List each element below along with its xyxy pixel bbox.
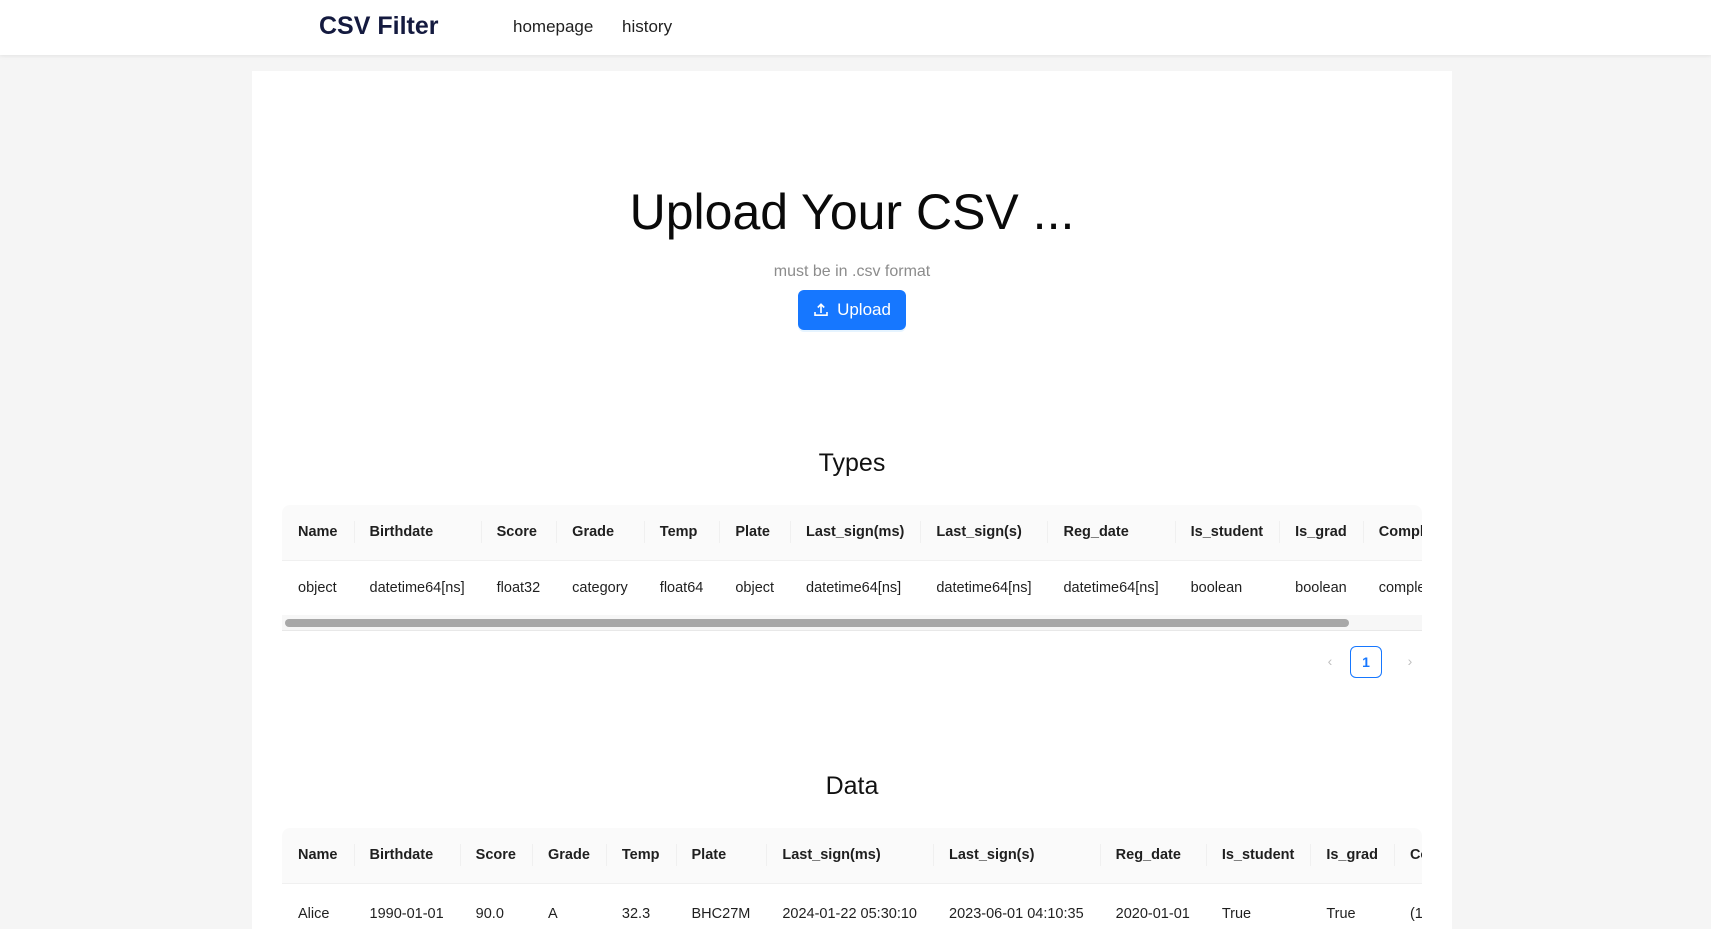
types-column-header-plate: Plate	[719, 505, 791, 561]
chevron-right-icon: ›	[1407, 653, 1413, 669]
data-column-header-complex: Complex	[1393, 828, 1422, 884]
data-cell-text: 1990-01-01	[369, 905, 444, 922]
types-cell: datetime64[ns]	[790, 560, 921, 616]
types-horizontal-scrollbar[interactable]	[282, 615, 1422, 631]
data-column-header-score: Score	[459, 828, 532, 884]
data-cell: True	[1310, 883, 1394, 929]
types-header-row: Name Birthdate Score Grade Temp Plate Last_sig…	[282, 505, 1422, 561]
data-header-row: Name Birthdate Score Grade Temp Plate Last_sig…	[282, 828, 1422, 884]
types-table: Name Birthdate Score Grade Temp Plate Last_sig…	[282, 505, 1422, 621]
types-column-header-grade: Grade	[556, 505, 644, 561]
data-cell-text: Alice	[298, 905, 330, 922]
types-cell: boolean	[1174, 560, 1280, 616]
data-cell-text: 90.0	[475, 905, 504, 922]
data-column-header-name: Name	[282, 828, 354, 884]
data-cell-text: 2020-01-01	[1115, 905, 1190, 922]
data-cell-text: True	[1326, 905, 1356, 922]
types-column-header-score: Score	[480, 505, 557, 561]
data-cell: 1990-01-01	[353, 883, 460, 929]
data-cell-text: 32.3	[621, 905, 651, 922]
data-cell-text: True	[1221, 905, 1252, 922]
data-column-header-is-grad: Is_grad	[1310, 828, 1394, 884]
data-column-header-last-sign-ms: Last_sign(ms)	[766, 828, 933, 884]
upload-hint: must be in .csv format	[773, 263, 931, 280]
types-cell: object	[282, 560, 354, 616]
types-column-header-complex: Complex	[1362, 505, 1422, 561]
pagination-page-1[interactable]: 1	[1350, 646, 1382, 678]
types-cell: float32	[480, 560, 557, 616]
data-cell: 32.3	[605, 883, 676, 929]
chevron-left-icon: ‹	[1327, 653, 1333, 669]
types-cell: boolean	[1279, 560, 1363, 616]
page-title: Upload Your CSV ...	[629, 184, 1075, 240]
data-cell: BHC27M	[675, 883, 767, 929]
types-column-header-temp: Temp	[643, 505, 720, 561]
data-table: Name Birthdate Score Grade Temp Plate Last_sig…	[282, 828, 1422, 929]
top-navbar: CSV Filter homepage history	[0, 0, 1711, 55]
types-section-title: Types	[818, 449, 886, 477]
brand-logo[interactable]: CSV Filter	[319, 12, 438, 41]
data-cell: (1+2j)	[1393, 883, 1422, 929]
data-cell-text: 2024-01-22 05:30:10	[782, 905, 917, 922]
data-cell: 2024-01-22 05:30:10	[766, 883, 933, 929]
types-cell: complex128	[1362, 560, 1422, 616]
upload-button-label: Upload	[837, 300, 891, 319]
types-column-header-last-sign-ms: Last_sign(ms)	[790, 505, 921, 561]
data-cell-text: A	[547, 905, 558, 922]
types-column-header-is-grad: Is_grad	[1279, 505, 1363, 561]
data-column-header-plate: Plate	[675, 828, 767, 884]
data-cell: A	[531, 883, 606, 929]
types-row: object datetime64[ns] float32 category float…	[282, 560, 1422, 616]
data-cell: Alice	[282, 883, 354, 929]
types-cell: datetime64[ns]	[1047, 560, 1175, 616]
nav-link-homepage[interactable]: homepage	[513, 17, 593, 37]
types-column-header-last-sign-s: Last_sign(s)	[920, 505, 1048, 561]
data-cell: 2023-06-01 04:10:35	[933, 883, 1100, 929]
types-column-header-is-student: Is_student	[1174, 505, 1280, 561]
data-cell: 2020-01-01	[1099, 883, 1206, 929]
table-row: Alice 1990-01-01 90.0 A 32.3 BHC27M 2024-01-22…	[282, 883, 1422, 929]
types-cell: object	[719, 560, 791, 616]
nav-link-history[interactable]: history	[622, 17, 672, 37]
pagination-next-button[interactable]: ›	[1394, 645, 1426, 677]
upload-icon	[814, 303, 828, 316]
scrollbar-thumb[interactable]	[285, 619, 1349, 627]
data-column-header-reg-date: Reg_date	[1099, 828, 1206, 884]
upload-button[interactable]: Upload	[798, 290, 906, 330]
types-column-header-reg-date: Reg_date	[1047, 505, 1175, 561]
types-cell: float64	[643, 560, 720, 616]
data-column-header-last-sign-s: Last_sign(s)	[933, 828, 1100, 884]
data-column-header-temp: Temp	[605, 828, 676, 884]
pagination-prev-button[interactable]: ‹	[1314, 645, 1346, 677]
data-section-title: Data	[825, 772, 879, 800]
data-cell-text: (1+2j)	[1409, 905, 1422, 922]
data-column-header-is-student: Is_student	[1205, 828, 1311, 884]
types-cell: datetime64[ns]	[353, 560, 481, 616]
types-cell: category	[556, 560, 644, 616]
types-cell: datetime64[ns]	[920, 560, 1048, 616]
data-cell-text: BHC27M	[691, 905, 751, 922]
data-column-header-grade: Grade	[531, 828, 606, 884]
data-cell-text: 2023-06-01 04:10:35	[949, 905, 1084, 922]
data-column-header-birthdate: Birthdate	[353, 828, 460, 884]
data-cell: 90.0	[459, 883, 532, 929]
types-column-header-birthdate: Birthdate	[353, 505, 481, 561]
data-cell: True	[1205, 883, 1311, 929]
main-panel: Upload Your CSV ... must be in .csv form…	[252, 71, 1452, 929]
types-column-header-name: Name	[282, 505, 354, 561]
